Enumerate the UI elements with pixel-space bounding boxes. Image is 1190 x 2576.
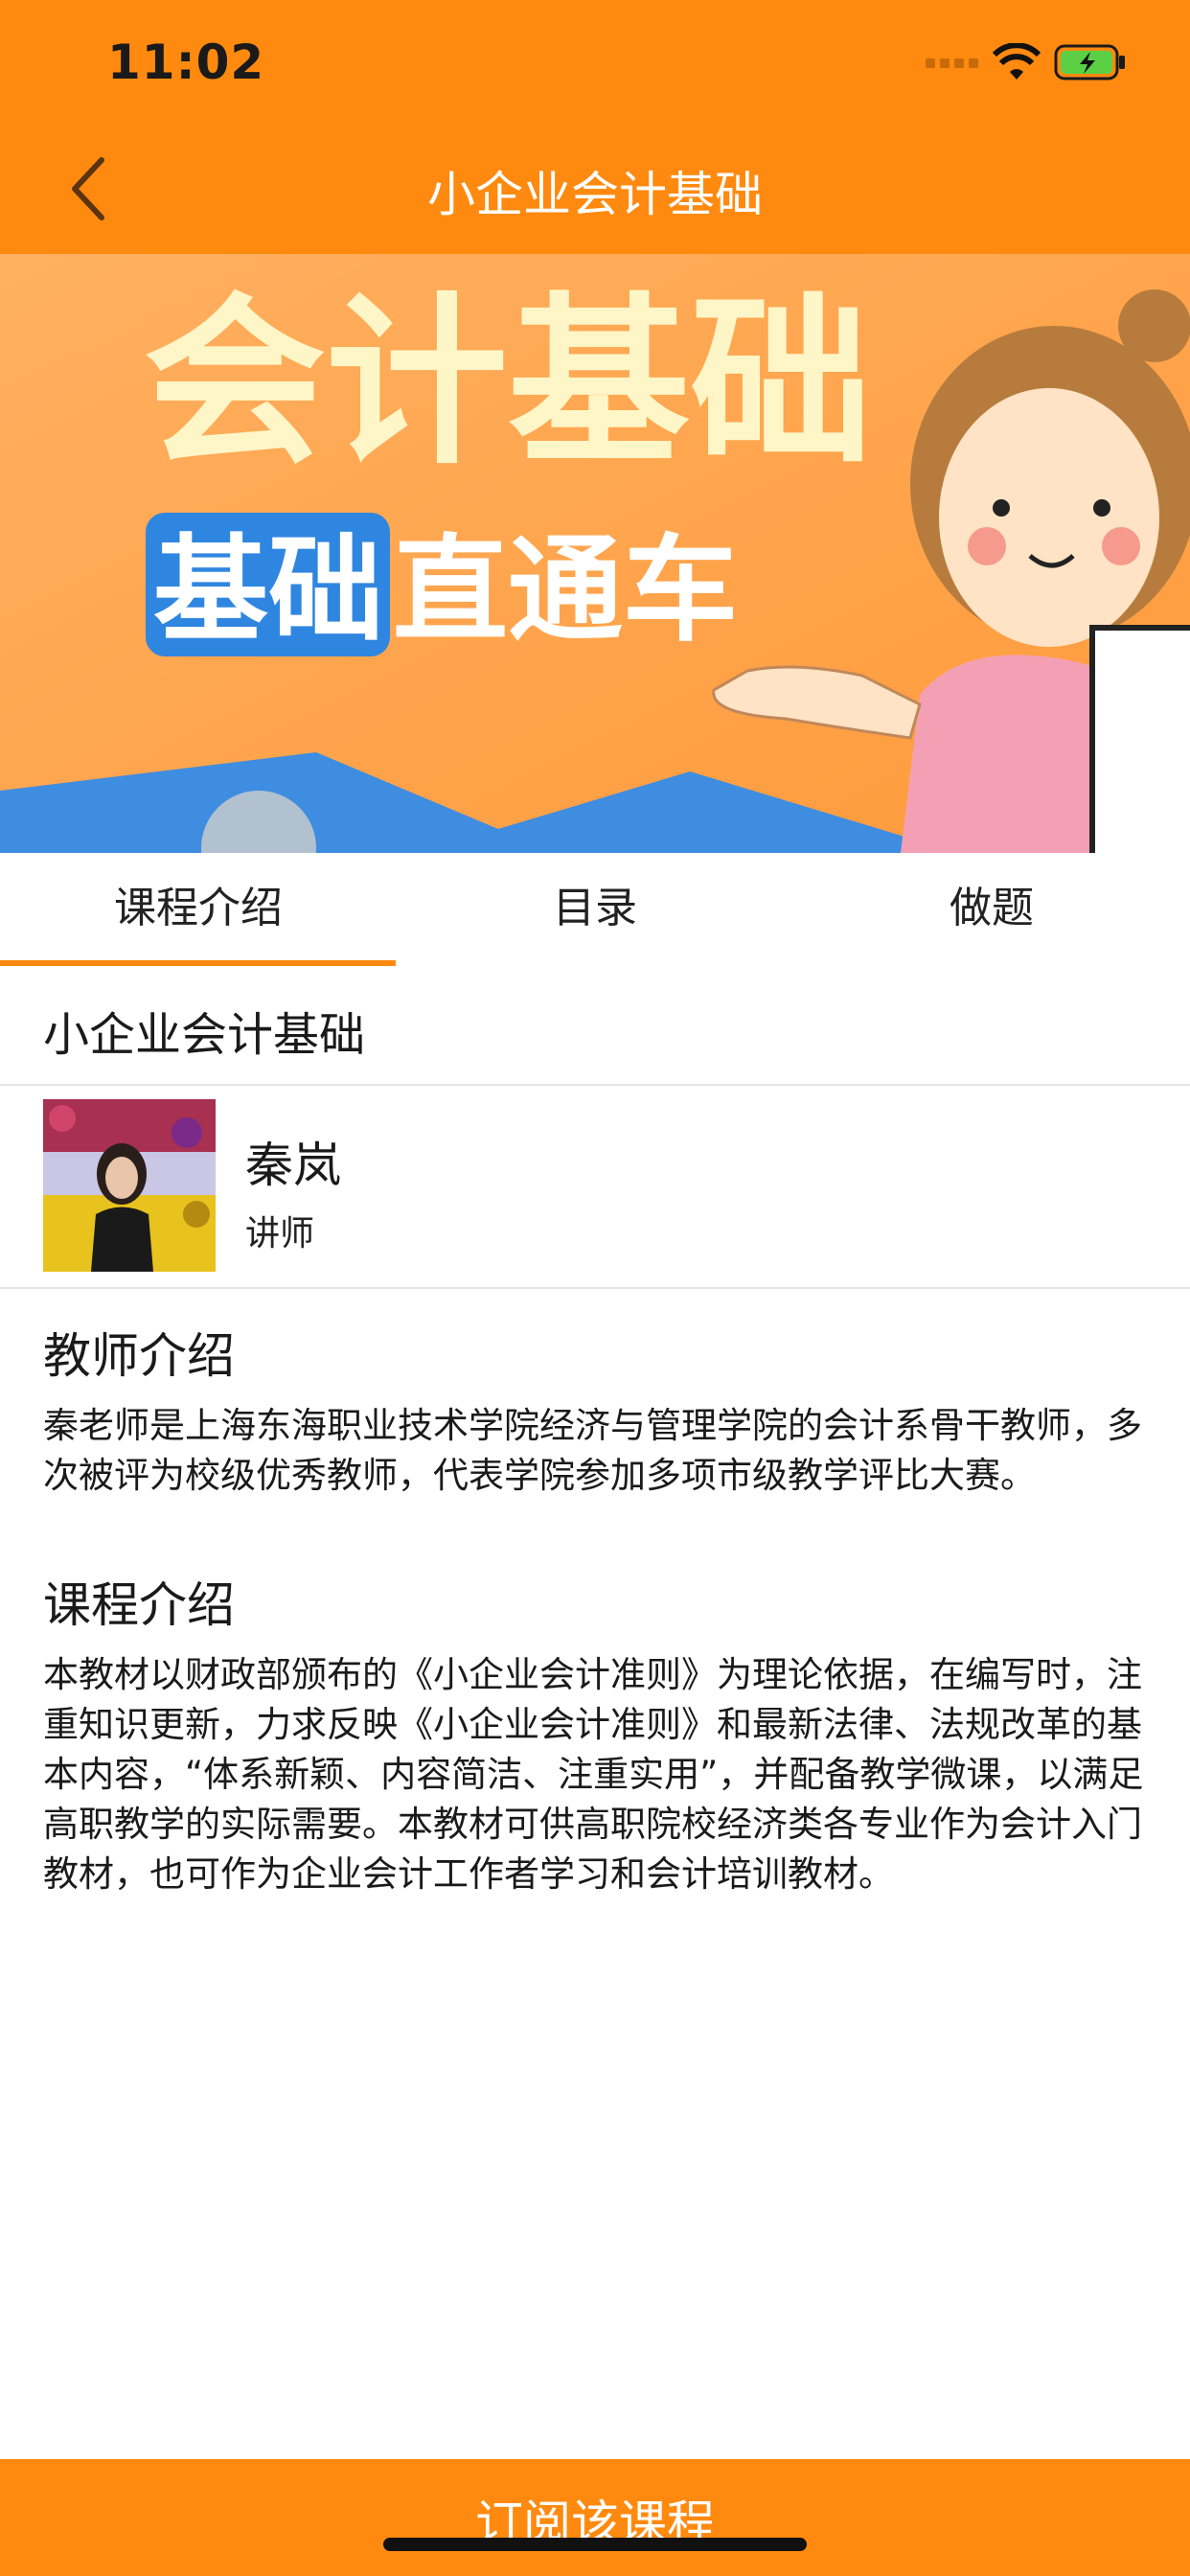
banner-title: 会计基础 — [144, 277, 872, 489]
signal-icon — [926, 58, 978, 68]
teacher-name: 秦岚 — [245, 1138, 341, 1193]
tab-exercises[interactable]: 做题 — [793, 853, 1190, 968]
banner-subtitle: 直通车 — [393, 524, 738, 657]
page-title: 小企业会计基础 — [427, 167, 763, 222]
teacher-role: 讲师 — [245, 1214, 315, 1254]
course-banner: 会计基础 基础 直通车 — [0, 254, 1190, 853]
banner-badge: 基础 — [153, 524, 383, 657]
tab-catalog[interactable]: 目录 — [397, 853, 793, 968]
status-time: 11:02 — [107, 34, 265, 90]
wifi-icon — [993, 43, 1041, 80]
battery-charging-icon — [1054, 44, 1125, 80]
course-intro-text: 本教材以财政部颁布的《小企业会计准则》为理论依据，在编写时，注重知识更新，力求反… — [43, 1654, 1144, 1895]
tab-bar: 课程介绍 目录 做题 — [0, 853, 1190, 968]
course-title: 小企业会计基础 — [43, 1008, 366, 1062]
active-tab-indicator — [0, 960, 396, 966]
home-indicator — [383, 2538, 807, 2551]
teacher-intro-text: 秦老师是上海东海职业技术学院经济与管理学院的会计系骨干教师，多次被评为校级优秀教… — [43, 1405, 1142, 1496]
teacher-intro-heading: 教师介绍 — [43, 1328, 235, 1384]
status-icons — [926, 38, 1127, 86]
divider — [0, 1084, 1190, 1086]
divider — [0, 1287, 1190, 1289]
tab-course-intro[interactable]: 课程介绍 — [0, 853, 397, 968]
teacher-avatar — [43, 1099, 216, 1272]
course-intro-heading: 课程介绍 — [43, 1577, 235, 1633]
